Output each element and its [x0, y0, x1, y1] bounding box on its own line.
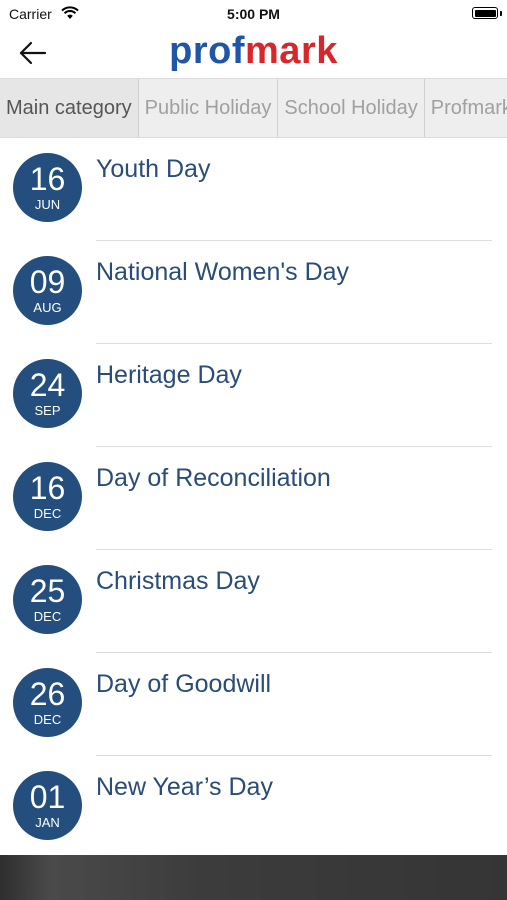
date-day: 16: [29, 161, 66, 197]
date-month: SEP: [34, 403, 61, 418]
date-day: 16: [29, 470, 66, 506]
bottom-banner: [0, 855, 507, 900]
date-month: JUN: [34, 197, 61, 212]
holiday-title: New Year’s Day: [96, 773, 273, 801]
tab-school-holiday[interactable]: School Holiday: [278, 79, 425, 137]
list-item[interactable]: 16 JUN Youth Day: [0, 138, 507, 241]
date-day: 09: [29, 264, 66, 300]
logo-text-mark: mark: [245, 30, 338, 72]
list-item[interactable]: 09 AUG National Women's Day: [0, 241, 507, 344]
date-badge: 09 AUG: [13, 256, 82, 325]
holiday-title: Christmas Day: [96, 567, 260, 595]
date-month: DEC: [33, 506, 62, 521]
date-badge: 24 SEP: [13, 359, 82, 428]
holiday-list: 16 JUN Youth Day 09 AUG National Women's…: [0, 138, 507, 859]
status-bar: Carrier 5:00 PM: [0, 0, 507, 28]
tab-main-category[interactable]: Main category: [0, 79, 139, 137]
battery-cap: [500, 11, 502, 16]
holiday-title: Heritage Day: [96, 361, 242, 389]
profmark-logo: profmark: [0, 29, 507, 73]
list-item[interactable]: 25 DEC Christmas Day: [0, 550, 507, 653]
battery-icon: [472, 7, 498, 19]
clock: 5:00 PM: [227, 6, 280, 22]
list-item[interactable]: 16 DEC Day of Reconciliation: [0, 447, 507, 550]
date-day: 01: [29, 779, 66, 815]
holiday-title: National Women's Day: [96, 258, 350, 286]
tab-public-holiday[interactable]: Public Holiday: [139, 79, 279, 137]
holiday-title: Day of Reconciliation: [96, 464, 331, 492]
logo-text-prof: prof: [169, 30, 246, 72]
date-day: 25: [29, 573, 66, 609]
tab-profmark[interactable]: Profmark: [425, 79, 507, 137]
date-day: 24: [29, 367, 66, 403]
holiday-title: Day of Goodwill: [96, 670, 272, 698]
date-month: DEC: [33, 712, 62, 727]
date-badge: 26 DEC: [13, 668, 82, 737]
date-month: AUG: [33, 300, 62, 315]
date-badge: 16 DEC: [13, 462, 82, 531]
list-item[interactable]: 26 DEC Day of Goodwill: [0, 653, 507, 756]
date-badge: 01 JAN: [13, 771, 82, 840]
date-badge: 25 DEC: [13, 565, 82, 634]
app-header: profmark: [0, 28, 507, 78]
list-item[interactable]: 01 JAN New Year’s Day: [0, 756, 507, 859]
category-tabs: Main category Public Holiday School Holida…: [0, 78, 507, 138]
date-badge: 16 JUN: [13, 153, 82, 222]
holiday-title: Youth Day: [96, 155, 211, 183]
list-item[interactable]: 24 SEP Heritage Day: [0, 344, 507, 447]
date-day: 26: [29, 676, 66, 712]
date-month: DEC: [33, 609, 62, 624]
date-month: JAN: [35, 815, 60, 830]
